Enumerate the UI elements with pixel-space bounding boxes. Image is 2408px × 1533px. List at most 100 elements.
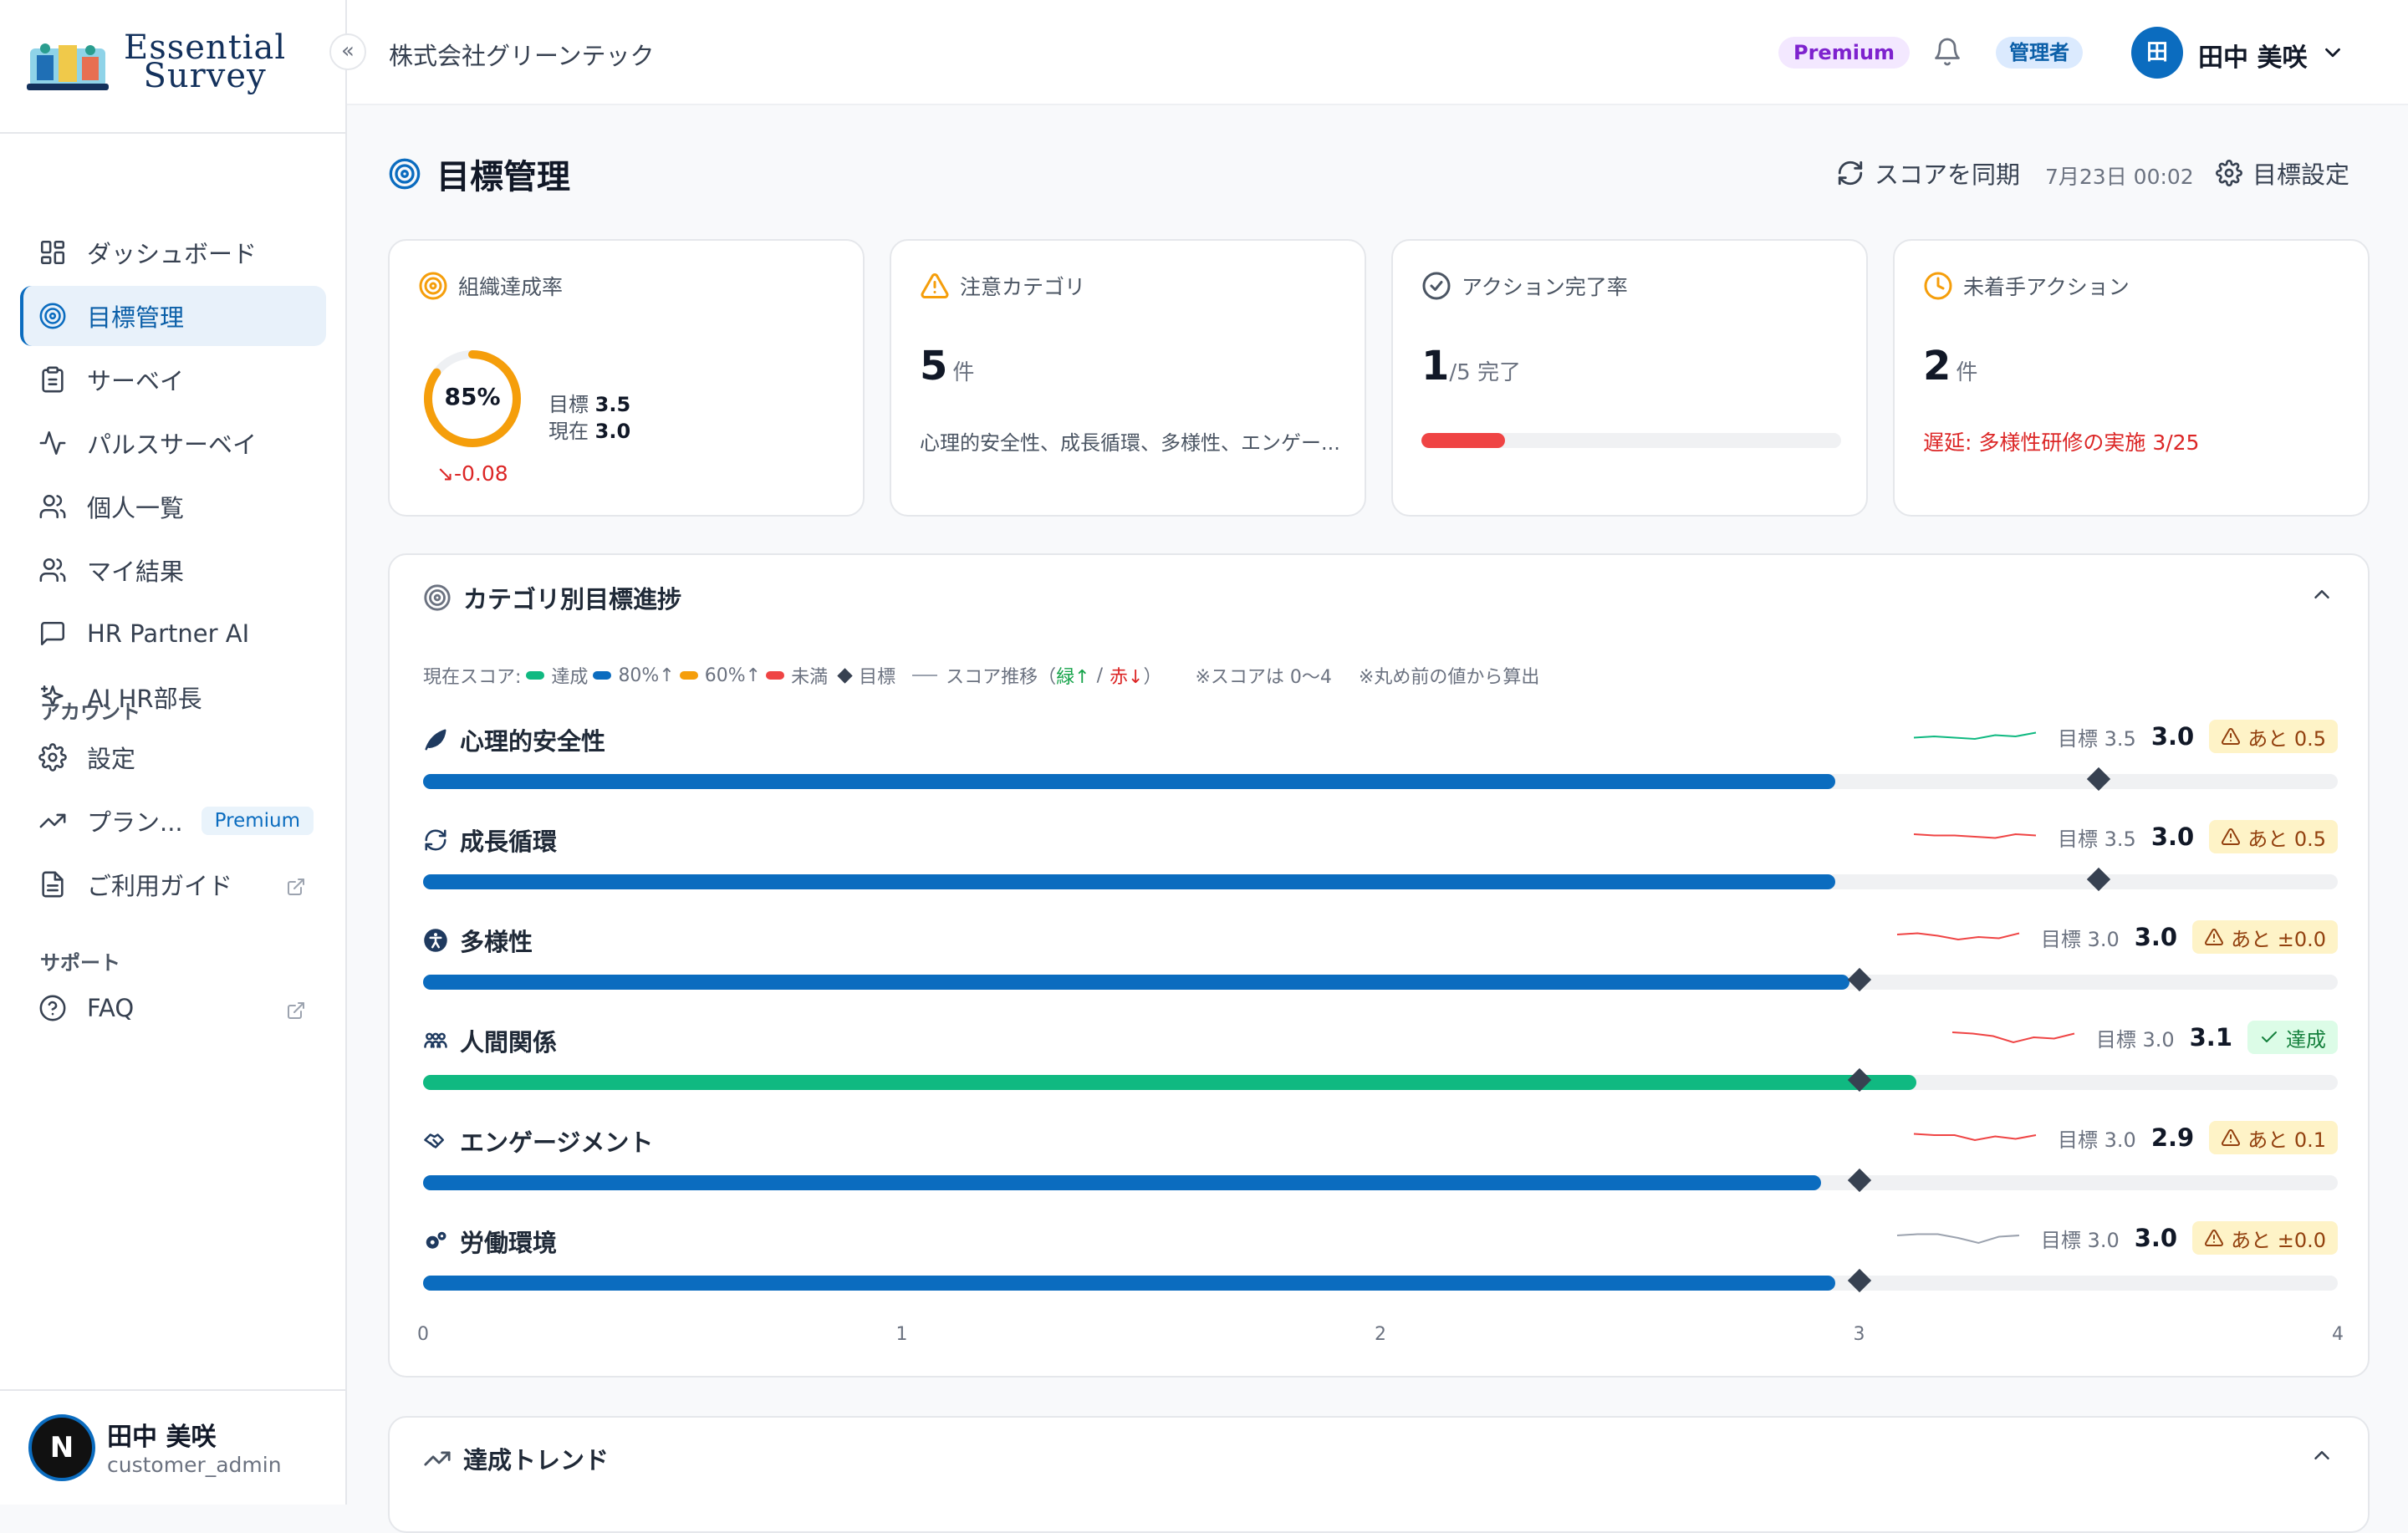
sidebar-item-5[interactable]: 個人一覧 — [20, 476, 326, 537]
sidebar-item-2[interactable]: 目標管理 — [20, 286, 326, 346]
score-bar — [423, 1175, 1821, 1190]
sidebar-item-label: 個人一覧 — [87, 494, 185, 522]
clock-icon — [1923, 271, 1953, 301]
target-marker — [2086, 867, 2110, 892]
score-track — [423, 867, 2338, 892]
delayed-action-note[interactable]: 遅延: 多様性研修の実施 3/25 — [1923, 426, 2199, 456]
category-row[interactable]: 心理的安全性 目標 3.5 3.0 あと 0.5 — [423, 720, 2338, 814]
sidebar-item-1[interactable]: ダッシュボード — [20, 222, 326, 283]
category-row[interactable]: 多様性 目標 3.0 3.0 あと ±0.0 — [423, 920, 2338, 1015]
category-label: 労働環境 — [460, 1229, 558, 1257]
legend-swatch-achieved — [526, 671, 545, 680]
category-current: 2.9 — [2150, 1123, 2195, 1152]
score-track — [423, 1268, 2338, 1293]
axis-tick-label: 1 — [895, 1324, 908, 1345]
score-bar — [423, 774, 1835, 789]
pending-action-card: 未着手アクション 2件 遅延: 多様性研修の実施 3/25 — [1893, 239, 2370, 517]
category-score-group: 目標 3.0 3.0 あと ±0.0 — [1896, 919, 2338, 955]
header-avatar[interactable]: 田 — [2131, 27, 2183, 79]
sidebar-item-3[interactable]: サーベイ — [20, 349, 326, 410]
sidebar-item-6[interactable]: マイ結果 — [20, 540, 326, 600]
warning-icon — [2204, 927, 2224, 947]
sidebar-item-label: 設定 — [87, 745, 136, 773]
score-track — [423, 1168, 2338, 1193]
target-icon — [418, 271, 448, 301]
warning-icon — [2221, 726, 2241, 746]
category-target: 目標 3.0 — [2058, 1128, 2136, 1152]
sidebar-item-7[interactable]: HR Partner AI — [20, 604, 326, 664]
category-row[interactable]: 成長循環 目標 3.5 3.0 あと 0.5 — [423, 820, 2338, 914]
trending-up-icon — [38, 807, 67, 835]
page-title: 目標管理 — [436, 158, 570, 196]
page-title-row: 目標管理 — [388, 150, 570, 197]
sidebar-item-label: 目標管理 — [87, 303, 185, 332]
sidebar-item-2[interactable]: プラン... Premium — [20, 791, 326, 851]
card-header[interactable]: 達成トレンド — [423, 1441, 609, 1476]
goal-settings-button[interactable]: 目標設定 — [2216, 155, 2349, 191]
card-title: 未着手アクション — [1963, 275, 2130, 299]
users-icon — [38, 556, 67, 584]
gears-icon — [423, 1229, 448, 1254]
category-label: 心理的安全性 — [460, 727, 606, 756]
chevron-down-icon[interactable] — [2320, 40, 2345, 65]
target-value-row: 目標 3.5 — [548, 393, 631, 416]
warning-icon — [2221, 1128, 2241, 1148]
category-row[interactable]: エンゲージメント 目標 3.0 2.9 あと 0.1 — [423, 1121, 2338, 1215]
plan-badge: Premium — [1778, 37, 1911, 69]
score-sparkline — [1896, 932, 2020, 941]
avatar: N — [28, 1414, 95, 1481]
warning-icon — [920, 271, 950, 301]
legend-swatch-60 — [679, 671, 698, 680]
goal-settings-label: 目標設定 — [2252, 160, 2350, 189]
axis-tick-label: 4 — [2332, 1324, 2344, 1345]
category-current: 3.0 — [2134, 1224, 2178, 1252]
header-user-name[interactable]: 田中 美咲 — [2198, 37, 2307, 74]
sidebar-item-1[interactable]: FAQ — [20, 978, 326, 1038]
category-current: 3.0 — [2150, 823, 2195, 851]
top-header: 株式会社グリーンテック Premium 管理者 田 田中 美咲 — [347, 0, 2408, 105]
warning-icon — [2221, 827, 2241, 847]
external-link-icon — [286, 874, 306, 895]
company-name: 株式会社グリーンテック — [389, 42, 655, 70]
card-header: 組織達成率 — [418, 271, 563, 301]
legend-swatch-below — [766, 671, 785, 680]
sidebar-item-4[interactable]: パルスサーベイ — [20, 413, 326, 473]
target-marker — [1847, 1168, 1871, 1193]
legend-target-diamond — [837, 667, 853, 684]
sidebar-collapse-button[interactable]: « — [329, 33, 366, 70]
user-role: customer_admin — [107, 1453, 282, 1477]
category-current: 3.0 — [2150, 722, 2195, 751]
score-sparkline — [1896, 1233, 2019, 1245]
category-current: 3.0 — [2134, 923, 2178, 951]
target-icon — [38, 302, 67, 330]
card-title: 達成トレンド — [463, 1446, 610, 1474]
category-name: 多様性 — [423, 923, 533, 958]
attention-categories: 心理的安全性、成長循環、多様性、エンゲー... — [920, 431, 1340, 455]
category-name: 成長循環 — [423, 823, 557, 858]
achievement-percent: 85% — [444, 383, 501, 410]
action-completion-count: 1/5 完了 — [1421, 343, 1521, 390]
trending-down-icon: ↘ — [436, 461, 454, 486]
category-score-group: 目標 3.0 3.0 あと ±0.0 — [1896, 1220, 2338, 1255]
score-sparkline — [1913, 731, 2037, 741]
category-label: 人間関係 — [460, 1028, 558, 1057]
chart-legend: 現在スコア: 達成 80%↑ 60%↑ 未満 目標 スコア推移（ 緑↑ / 赤↓） … — [423, 665, 1540, 689]
status-badge: あと 0.1 — [2209, 1121, 2338, 1154]
target-marker — [2086, 766, 2110, 792]
sidebar-item-1[interactable]: 設定 — [20, 727, 326, 787]
score-sparkline — [1913, 1133, 2037, 1142]
sync-score-button[interactable]: スコアを同期 — [1836, 155, 2020, 191]
sidebar-user-card[interactable]: N 田中 美咲 customer_admin — [0, 1389, 347, 1505]
legend-swatch-80 — [593, 671, 612, 680]
chevron-up-icon[interactable] — [2309, 582, 2334, 607]
score-delta: ↘-0.08 — [436, 461, 508, 486]
people-icon — [423, 1028, 448, 1053]
bell-icon[interactable] — [1932, 37, 1962, 67]
category-row[interactable]: 人間関係 目標 3.0 3.1 達成 — [423, 1021, 2338, 1115]
account-section-label: アカウント — [40, 700, 140, 724]
card-header[interactable]: カテゴリ別目標進捗 — [423, 580, 681, 615]
chevron-up-icon[interactable] — [2309, 1443, 2334, 1468]
pending-count: 2件 — [1923, 343, 1978, 390]
category-row[interactable]: 労働環境 目標 3.0 3.0 あと ±0.0 — [423, 1221, 2338, 1316]
sidebar-item-3[interactable]: ご利用ガイド — [20, 854, 326, 914]
